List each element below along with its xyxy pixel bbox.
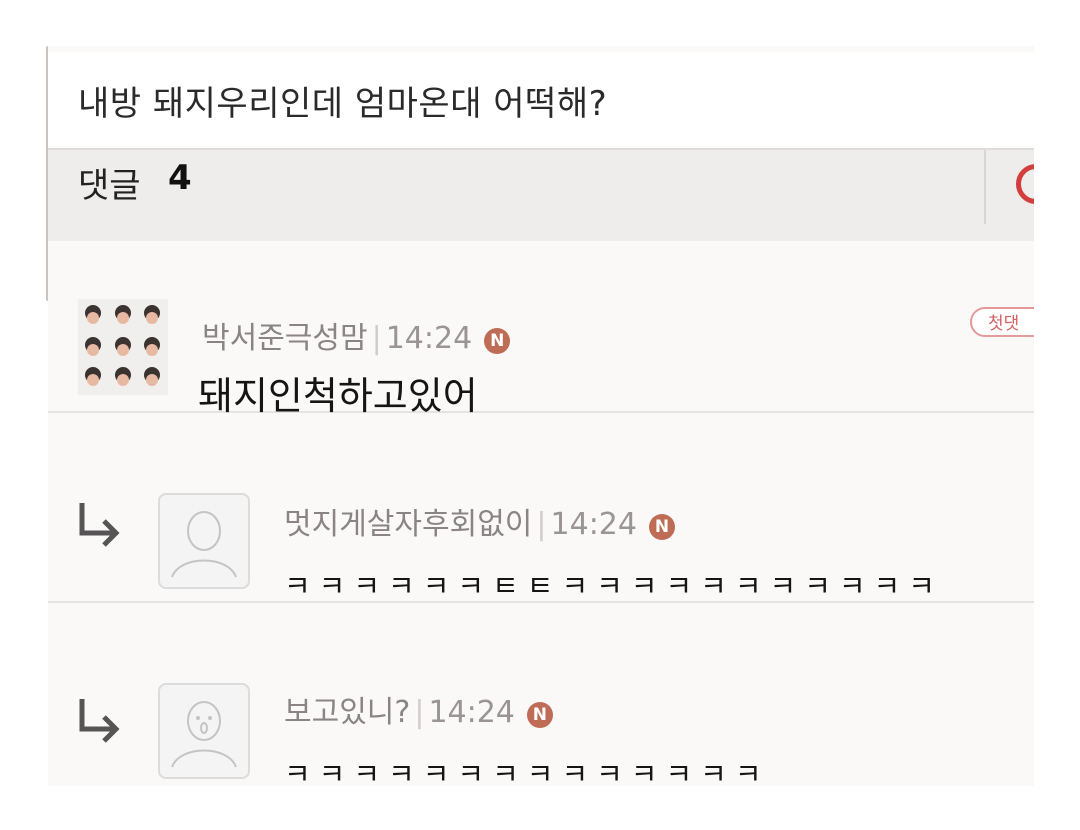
comment-screen: 내방 돼지우리인데 엄마온대 어떡해? 댓글 4 박서준극성맘 | 14:24 N 돼…: [48, 46, 1034, 786]
new-badge-icon: N: [484, 328, 511, 354]
comment-meta: 보고있니? | 14:24 N: [284, 687, 553, 731]
first-comment-tag: 첫댓: [970, 307, 1034, 337]
comment-text: 돼지인척하고있어: [198, 374, 478, 418]
reply-item: 멋지게살자후회없이 | 14:24 N ㅋㅋㅋㅋㅋㅋㅌㅌㅋㅋㅋㅋㅋㅋㅋㅋㅋㅋㅋ: [48, 413, 1034, 603]
author-name[interactable]: 멋지게살자후회없이: [284, 507, 532, 542]
bar-divider: [984, 150, 986, 224]
comment-text: ㅋㅋㅋㅋㅋㅋㅌㅌㅋㅋㅋㅋㅋㅋㅋㅋㅋㅋㅋ: [284, 569, 943, 603]
comment-time: 14:24: [428, 695, 515, 730]
comment-count: 4: [168, 158, 192, 198]
comment-meta: 박서준극성맘 | 14:24 N: [202, 313, 511, 357]
reply-arrow-icon: [79, 699, 120, 743]
author-name[interactable]: 보고있니?: [284, 695, 410, 730]
comment-time: 14:24: [550, 507, 637, 542]
default-avatar-icon[interactable]: [158, 493, 250, 589]
post-header: 내방 돼지우리인데 엄마온대 어떡해?: [48, 52, 1034, 150]
comment-text: ㅋㅋㅋㅋㅋㅋㅋㅋㅋㅋㅋㅋㅋㅋ: [284, 757, 770, 786]
comment-item: 박서준극성맘 | 14:24 N 돼지인척하고있어 첫댓: [48, 241, 1034, 418]
new-badge-icon: N: [526, 702, 553, 728]
comment-meta: 멋지게살자후회없이 | 14:24 N: [284, 499, 675, 543]
profile-photo[interactable]: [78, 299, 168, 395]
comment-label: 댓글: [78, 166, 141, 206]
comment-time: 14:24: [385, 321, 473, 356]
refresh-icon[interactable]: [1016, 164, 1034, 204]
post-title: 내방 돼지우리인데 엄마온대 어떡해?: [78, 84, 608, 124]
profile-avatar[interactable]: [158, 683, 250, 779]
reply-item: 보고있니? | 14:24 N ㅋㅋㅋㅋㅋㅋㅋㅋㅋㅋㅋㅋㅋㅋ: [48, 603, 1034, 786]
author-name[interactable]: 박서준극성맘: [202, 321, 368, 356]
new-badge-icon: N: [648, 514, 675, 540]
reply-arrow-icon: [79, 503, 120, 547]
